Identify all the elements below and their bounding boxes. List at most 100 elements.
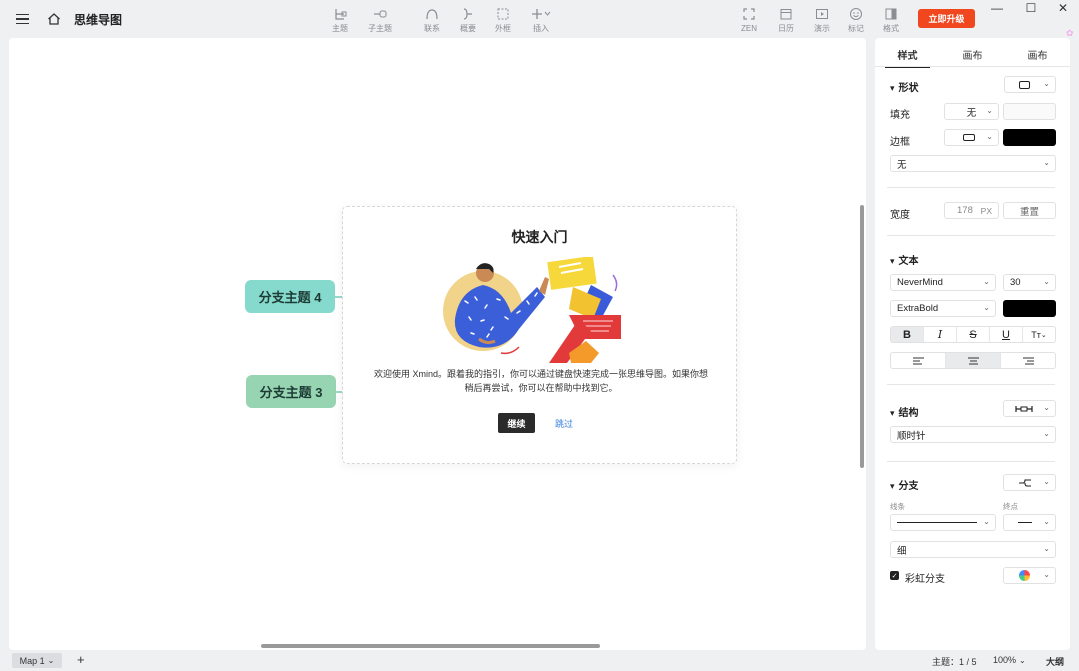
zen-icon xyxy=(742,6,756,22)
branch-section-title[interactable]: 分支 xyxy=(890,477,919,492)
calendar-button[interactable]: 日历 xyxy=(766,6,806,34)
close-icon[interactable]: ✕ xyxy=(1046,0,1079,16)
insert-label: 插入 xyxy=(533,24,549,33)
strikethrough-button[interactable]: S xyxy=(957,327,990,342)
tab-canvas[interactable]: 画布 xyxy=(940,38,1005,66)
align-right-button[interactable] xyxy=(1001,353,1055,368)
format-label: 格式 xyxy=(883,24,899,33)
structure-direction-value: 顺时针 xyxy=(897,430,926,442)
underline-button[interactable]: U xyxy=(990,327,1023,342)
border-width-select[interactable]: 无 ⌄ xyxy=(890,155,1056,172)
insert-button[interactable]: 插入 xyxy=(521,6,561,34)
structure-section-title[interactable]: 结构 xyxy=(890,404,919,419)
dialog-body-text: 欢迎使用 Xmind。跟着我的指引，你可以通过键盘快速完成一张思维导图。如果你想… xyxy=(373,369,708,393)
rainbow-branch-checkbox[interactable]: ✓ xyxy=(890,571,899,580)
fill-color-swatch[interactable] xyxy=(1003,103,1056,120)
width-input[interactable]: 178 PX xyxy=(944,202,999,219)
relationship-button[interactable]: 联系 xyxy=(412,6,452,34)
font-weight-select[interactable]: ExtraBold ⌄ xyxy=(890,300,996,317)
branch-topic-4[interactable]: 分支主题 4 xyxy=(245,280,335,313)
font-size-select[interactable]: 30 ⌄ xyxy=(1003,274,1056,291)
chevron-down-icon: ⌄ xyxy=(1043,429,1050,438)
format-panel-icon xyxy=(884,6,898,21)
subtopic-button[interactable]: 子主题 xyxy=(360,6,400,34)
underline-icon: U xyxy=(1002,328,1010,341)
boundary-button[interactable]: 外框 xyxy=(483,6,523,34)
present-icon xyxy=(815,6,829,21)
width-unit: PX xyxy=(980,205,992,216)
chevron-down-icon: ⌄ xyxy=(983,517,990,526)
document-title: 思维导图 xyxy=(74,13,123,27)
text-color-swatch[interactable] xyxy=(1003,300,1056,317)
font-family-select[interactable]: NeverMind ⌄ xyxy=(890,274,996,291)
subtopic-label: 子主题 xyxy=(368,24,392,33)
align-center-button[interactable] xyxy=(946,353,1001,368)
quick-start-dialog: 快速入门 欢迎使用 Xmind。跟着我的指引，你可以通过键盘快速完成一张思维导图… xyxy=(342,206,737,464)
border-label: 边框 xyxy=(890,137,910,148)
section-divider xyxy=(887,187,1055,188)
title-bar: 思维导图 主题 子主题 联系 概要 外框 插入 ZEN 日历 演示 标记 格式 … xyxy=(0,0,1079,38)
structure-direction-select[interactable]: 顺时针 ⌄ xyxy=(890,426,1056,443)
branch-topic-3[interactable]: 分支主题 3 xyxy=(246,375,336,408)
text-case-button[interactable]: Tт ⌄ xyxy=(1023,327,1055,342)
rainbow-color-select[interactable]: ⌄ xyxy=(1003,567,1056,584)
fill-label: 填充 xyxy=(890,110,910,121)
section-divider xyxy=(887,461,1055,462)
rainbow-branch-label: 彩虹分支 xyxy=(905,574,945,585)
section-divider xyxy=(887,384,1055,385)
structure-mindmap-icon xyxy=(1015,405,1033,412)
border-shape-icon xyxy=(963,134,975,141)
structure-type-select[interactable]: ⌄ xyxy=(1003,400,1056,417)
upgrade-button[interactable]: 立即升级 xyxy=(918,9,975,28)
bold-button[interactable]: B xyxy=(891,327,924,342)
font-weight-value: ExtraBold xyxy=(897,303,939,314)
chevron-down-icon: ⌄ xyxy=(1043,158,1050,167)
fill-select[interactable]: 无 ⌄ xyxy=(944,103,999,120)
shape-select[interactable]: ⌄ xyxy=(1004,76,1056,93)
calendar-label: 日历 xyxy=(778,24,794,33)
horizontal-scrollbar[interactable] xyxy=(261,644,600,648)
sheet-tab[interactable]: Map 1 ⌄ xyxy=(12,653,62,668)
branch-end-select[interactable]: ⌄ xyxy=(1003,514,1056,531)
branch-style-select[interactable]: ⌄ xyxy=(1003,474,1056,491)
menu-icon[interactable] xyxy=(12,9,32,29)
format-panel: 样式 画布 画布 形状 ⌄ 填充 无 ⌄ 边框 ⌄ 无 ⌄ 宽度 178 PX … xyxy=(875,38,1070,650)
summary-button[interactable]: 概要 xyxy=(448,6,488,34)
subtopic-icon xyxy=(372,6,388,21)
tab-canvas-2[interactable]: 画布 xyxy=(1005,38,1070,66)
insert-plus-icon xyxy=(530,6,552,21)
chevron-down-icon: ⌄ xyxy=(986,106,993,115)
home-icon[interactable] xyxy=(44,9,64,29)
outline-button[interactable]: 大纲 xyxy=(1046,655,1064,668)
endpoint-caption: 终点 xyxy=(1003,502,1018,511)
align-left-button[interactable] xyxy=(891,353,946,368)
border-style-select[interactable]: ⌄ xyxy=(944,129,999,146)
calendar-icon xyxy=(779,6,793,21)
skip-button[interactable]: 跳过 xyxy=(549,413,579,433)
tab-style[interactable]: 样式 xyxy=(875,38,940,68)
marker-button[interactable]: 标记 xyxy=(836,6,876,34)
zen-button[interactable]: ZEN xyxy=(729,6,769,34)
chevron-down-icon: ⌄ xyxy=(983,303,990,312)
zoom-select[interactable]: 100% ⌄ xyxy=(993,655,1026,665)
italic-button[interactable]: I xyxy=(924,327,957,342)
chevron-down-icon: ⌄ xyxy=(1019,656,1026,665)
relationship-icon xyxy=(424,6,440,21)
format-button[interactable]: 格式 xyxy=(871,6,911,34)
branch-width-select[interactable]: 细 ⌄ xyxy=(890,541,1056,558)
add-sheet-icon[interactable]: + xyxy=(77,652,85,667)
reset-width-button[interactable]: 重置 xyxy=(1003,202,1056,219)
sheet-name: Map 1 xyxy=(19,655,45,666)
continue-button[interactable]: 继续 xyxy=(498,413,535,433)
border-color-swatch[interactable] xyxy=(1003,129,1056,146)
shape-section-title[interactable]: 形状 xyxy=(890,79,919,94)
minimize-icon[interactable]: — xyxy=(980,0,1014,16)
vertical-scrollbar[interactable] xyxy=(860,205,864,468)
font-family-value: NeverMind xyxy=(897,277,943,288)
topic-button[interactable]: 主题 xyxy=(320,6,360,34)
tabs-divider xyxy=(875,66,1070,67)
branch-line-select[interactable]: ⌄ xyxy=(890,514,996,531)
text-section-title[interactable]: 文本 xyxy=(890,252,919,267)
maximize-icon[interactable]: ☐ xyxy=(1014,0,1048,16)
chevron-down-icon: ⌄ xyxy=(47,656,55,665)
